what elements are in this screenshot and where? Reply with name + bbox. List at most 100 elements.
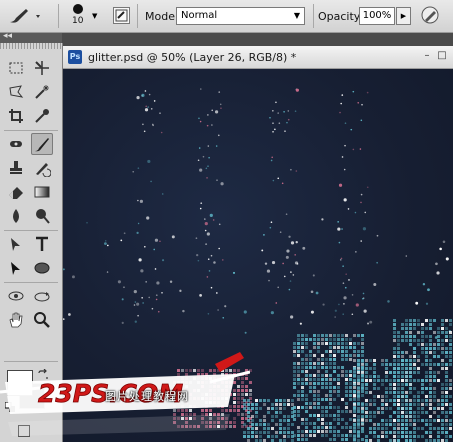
move-tool[interactable] xyxy=(31,57,53,79)
sparkle xyxy=(294,110,297,113)
mosaic-tile xyxy=(441,367,444,370)
mosaic-tile xyxy=(389,399,392,402)
panel-grip[interactable] xyxy=(0,43,62,49)
clone-stamp-tool[interactable] xyxy=(5,157,27,179)
mosaic-tile xyxy=(333,390,336,393)
brush-picker-arrow-icon[interactable]: ▼ xyxy=(92,12,97,20)
mosaic-tile xyxy=(353,403,356,406)
mosaic-tile xyxy=(333,350,336,353)
marquee-tool[interactable] xyxy=(5,57,27,79)
sparkle xyxy=(343,303,345,305)
mosaic-tile xyxy=(267,399,270,402)
mosaic-tile xyxy=(287,427,290,430)
mosaic-tile xyxy=(449,363,452,366)
mosaic-tile xyxy=(393,371,396,374)
mosaic-tile xyxy=(321,382,324,385)
mosaic-tile xyxy=(425,355,428,358)
mosaic-tile xyxy=(305,422,308,425)
sparkle xyxy=(199,207,202,210)
minimize-icon[interactable]: – xyxy=(421,50,433,62)
mosaic-tile xyxy=(305,358,308,361)
sparkle xyxy=(217,309,219,311)
mosaic-tile xyxy=(401,383,404,386)
collapse-icon[interactable]: ◂◂ xyxy=(3,31,12,41)
sparkle xyxy=(107,244,109,247)
path-selection-tool[interactable] xyxy=(5,233,27,255)
tool-preset-picker[interactable] xyxy=(6,6,42,26)
sparkle xyxy=(207,145,210,147)
mosaic-tile xyxy=(421,347,424,350)
mosaic-tile xyxy=(313,406,316,409)
mosaic-tile xyxy=(361,338,364,341)
document-tab[interactable]: Ps glitter.psd @ 50% (Layer 26, RGB/8) *… xyxy=(63,46,453,69)
mode-select[interactable]: Normal ▼ xyxy=(176,7,305,25)
mosaic-tile xyxy=(409,363,412,366)
dodge-tool[interactable] xyxy=(31,205,53,227)
sparkle xyxy=(139,199,143,203)
3d-rotate-tool[interactable] xyxy=(5,285,27,307)
mosaic-tile xyxy=(293,362,296,365)
mosaic-tile xyxy=(409,319,412,322)
direct-selection-tool[interactable] xyxy=(5,257,27,279)
ps-icon: Ps xyxy=(68,50,82,64)
brush-panel-toggle-button[interactable] xyxy=(113,7,130,24)
mosaic-tile xyxy=(405,403,408,406)
opacity-slider-button[interactable]: ▶ xyxy=(396,7,411,25)
mosaic-tile xyxy=(313,374,316,377)
mosaic-tile xyxy=(429,431,432,434)
ellipse-tool[interactable] xyxy=(31,257,53,279)
mosaic-tile xyxy=(325,426,328,429)
mosaic-tile xyxy=(437,435,440,438)
gradient-tool[interactable] xyxy=(31,181,53,203)
sparkle xyxy=(218,247,220,250)
mosaic-tile xyxy=(437,407,440,410)
maximize-icon[interactable]: □ xyxy=(436,50,448,62)
sparkle xyxy=(204,229,207,232)
sparkle xyxy=(344,122,347,125)
mosaic-tile xyxy=(345,382,348,385)
hand-tool[interactable] xyxy=(5,309,27,331)
eraser-tool[interactable] xyxy=(5,181,27,203)
mosaic-tile xyxy=(365,403,368,406)
history-brush-tool[interactable] xyxy=(31,157,53,179)
type-tool[interactable] xyxy=(31,233,53,255)
mosaic-tile xyxy=(445,431,448,434)
healing-brush-tool[interactable] xyxy=(5,133,27,155)
magic-wand-tool[interactable] xyxy=(31,81,53,103)
3d-orbit-tool[interactable] xyxy=(31,285,53,307)
mosaic-tile xyxy=(361,430,364,433)
brush-tool[interactable] xyxy=(31,133,53,155)
crop-tool[interactable] xyxy=(5,105,27,127)
mosaic-tile xyxy=(291,399,294,402)
sparkle xyxy=(205,243,208,246)
mosaic-tile xyxy=(441,387,444,390)
sparkle xyxy=(359,148,362,150)
mosaic-tile xyxy=(389,379,392,382)
mosaic-tile xyxy=(441,339,444,342)
tools-panel-header[interactable]: ◂◂ xyxy=(0,31,62,43)
mosaic-tile xyxy=(349,394,352,397)
eyedropper-tool[interactable] xyxy=(31,105,53,127)
mosaic-tile xyxy=(437,415,440,418)
mosaic-tile xyxy=(361,438,364,441)
lasso-tool[interactable] xyxy=(5,81,27,103)
mosaic-tile xyxy=(417,419,420,422)
sparkle xyxy=(204,222,208,226)
mosaic-tile xyxy=(417,415,420,418)
mosaic-tile xyxy=(433,379,436,382)
sparkle xyxy=(338,183,343,187)
mosaic-tile xyxy=(421,339,424,342)
zoom-tool[interactable] xyxy=(31,309,53,331)
mosaic-tile xyxy=(373,435,376,438)
mosaic-tile xyxy=(353,391,356,394)
blur-tool[interactable] xyxy=(5,205,27,227)
mosaic-tile xyxy=(333,334,336,337)
mosaic-tile xyxy=(313,354,316,357)
mosaic-tile xyxy=(369,403,372,406)
mosaic-tile xyxy=(297,338,300,341)
brush-size-dot-icon[interactable] xyxy=(73,4,83,14)
mosaic-tile xyxy=(441,419,444,422)
opacity-input[interactable]: 100% xyxy=(359,7,395,25)
mosaic-tile xyxy=(361,379,364,382)
airbrush-toggle[interactable] xyxy=(420,5,440,25)
